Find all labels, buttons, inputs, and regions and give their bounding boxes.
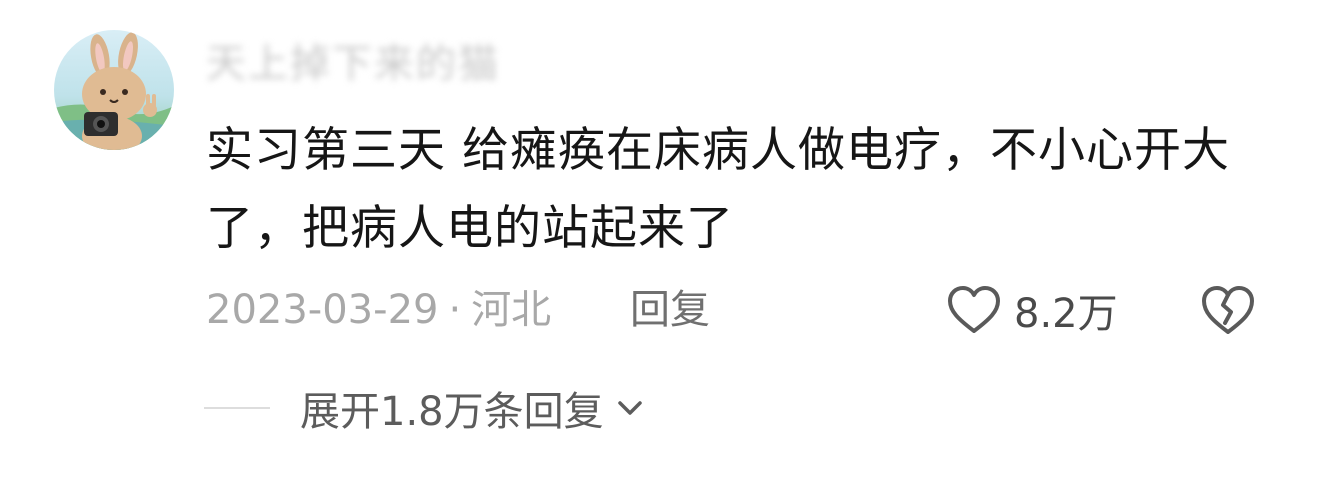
bunny-camera-avatar-icon	[54, 30, 174, 150]
expand-replies-label: 展开1.8万条回复	[300, 389, 604, 435]
like-count: 8.2万	[1014, 291, 1118, 337]
comment-location: 河北	[471, 287, 552, 333]
username[interactable]: 天上掉下来的猫	[206, 40, 500, 88]
avatar[interactable]	[54, 30, 174, 150]
like-button[interactable]: 8.2万	[946, 280, 1118, 340]
chevron-down-icon	[617, 401, 642, 415]
comment-item: 天上掉下来的猫 实习第三天 给瘫痪在床病人做电疗，不小心开大了，把病人电的站起来…	[0, 0, 1320, 482]
comment-meta: 2023-03-29 · 河北	[206, 282, 551, 338]
meta-separator: ·	[448, 287, 462, 333]
heart-outline-icon	[948, 286, 1000, 333]
divider-line	[204, 407, 270, 409]
comment-date: 2023-03-29	[206, 287, 439, 333]
reply-button[interactable]: 回复	[630, 282, 710, 338]
expand-replies-button[interactable]: 展开1.8万条回复	[204, 380, 646, 436]
broken-heart-icon	[1202, 286, 1254, 334]
dislike-button[interactable]	[1200, 282, 1256, 338]
comment-text: 实习第三天 给瘫痪在床病人做电疗，不小心开大了，把病人电的站起来了	[206, 123, 1230, 256]
